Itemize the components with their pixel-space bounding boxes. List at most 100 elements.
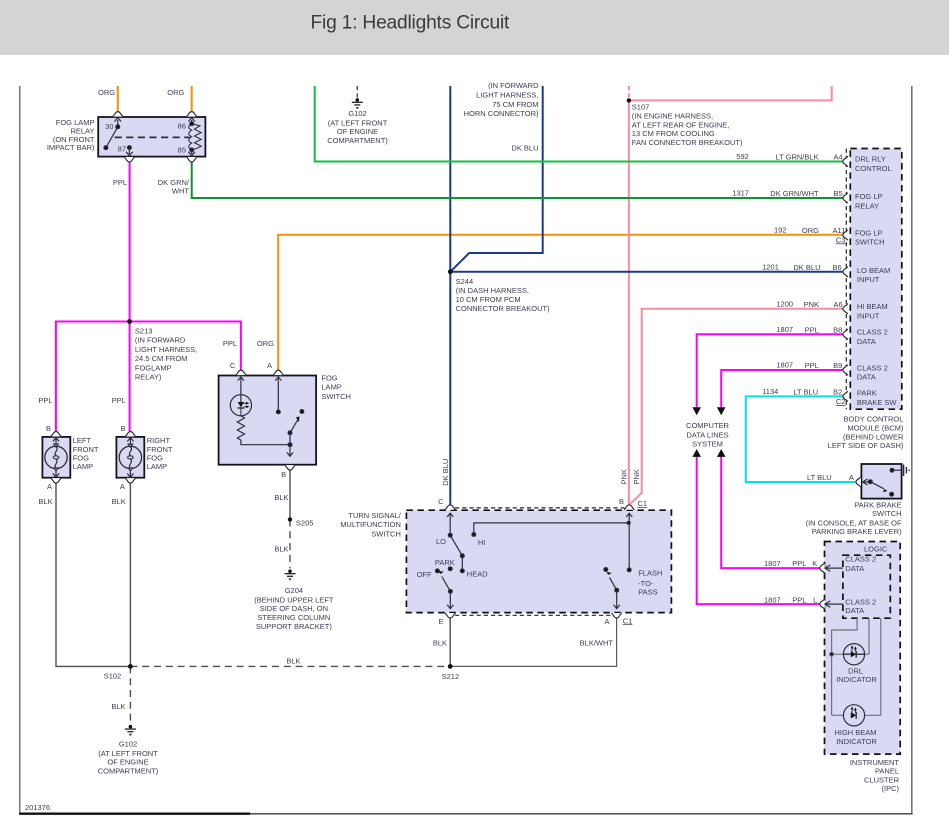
svg-text:75 CM FROM: 75 CM FROM <box>492 100 538 109</box>
svg-text:1317: 1317 <box>732 189 749 198</box>
svg-text:COMPARTMENT): COMPARTMENT) <box>327 136 388 145</box>
svg-text:A: A <box>604 617 609 626</box>
svg-text:DATA: DATA <box>857 373 876 382</box>
svg-text:TURN SIGNAL/: TURN SIGNAL/ <box>348 511 401 520</box>
svg-text:13 CM FROM COOLING: 13 CM FROM COOLING <box>632 129 715 138</box>
svg-text:S213: S213 <box>135 327 153 336</box>
svg-text:SWITCH: SWITCH <box>321 392 351 401</box>
svg-text:DATA LINES: DATA LINES <box>686 430 728 439</box>
svg-text:LIGHT HARNESS,: LIGHT HARNESS, <box>135 345 197 354</box>
svg-text:-TO-: -TO- <box>638 579 654 588</box>
svg-text:AT LEFT REAR OF ENGINE,: AT LEFT REAR OF ENGINE, <box>632 120 730 129</box>
svg-text:B9: B9 <box>833 361 842 370</box>
svg-text:BLK: BLK <box>433 638 447 647</box>
svg-text:10 CM FROM PCM: 10 CM FROM PCM <box>456 295 521 304</box>
svg-text:IMPACT BAR): IMPACT BAR) <box>47 143 95 152</box>
svg-text:INPUT: INPUT <box>857 275 880 284</box>
svg-text:INDICATOR: INDICATOR <box>836 675 877 684</box>
svg-text:PASS: PASS <box>638 588 657 597</box>
svg-text:(AT LEFT FRONT: (AT LEFT FRONT <box>328 118 388 127</box>
svg-text:PPL: PPL <box>792 595 806 604</box>
svg-text:A: A <box>120 482 125 491</box>
svg-text:LAMP: LAMP <box>147 462 167 471</box>
svg-text:BLK: BLK <box>286 657 300 666</box>
svg-text:PANEL: PANEL <box>875 767 899 776</box>
svg-text:C: C <box>438 497 444 506</box>
svg-text:LT BLU: LT BLU <box>807 473 832 482</box>
svg-text:BLK: BLK <box>112 497 126 506</box>
svg-text:1807: 1807 <box>776 361 793 370</box>
svg-text:1807: 1807 <box>776 325 793 334</box>
svg-text:HIGH BEAM: HIGH BEAM <box>834 728 876 737</box>
svg-text:LAMP: LAMP <box>73 462 93 471</box>
svg-text:C: C <box>230 361 236 370</box>
svg-text:HORN CONNECTOR): HORN CONNECTOR) <box>464 109 539 118</box>
svg-text:LEFT: LEFT <box>73 436 92 445</box>
svg-text:ORG: ORG <box>167 88 184 97</box>
svg-text:1201: 1201 <box>762 262 779 271</box>
svg-text:PARKING BRAKE LEVER): PARKING BRAKE LEVER) <box>812 527 902 536</box>
svg-text:G204: G204 <box>285 586 303 595</box>
svg-text:S102: S102 <box>104 672 122 681</box>
svg-text:BRAKE SW: BRAKE SW <box>857 398 898 407</box>
svg-text:WHT: WHT <box>172 186 189 195</box>
svg-text:S205: S205 <box>296 518 314 527</box>
svg-text:FOG LP: FOG LP <box>855 192 883 201</box>
svg-text:PPL: PPL <box>112 396 126 405</box>
svg-text:B: B <box>619 497 624 506</box>
svg-text:(AT LEFT FRONT: (AT LEFT FRONT <box>98 749 158 758</box>
svg-text:ORG: ORG <box>257 339 274 348</box>
svg-text:PPL: PPL <box>223 339 237 348</box>
svg-text:PARK: PARK <box>435 558 455 567</box>
svg-text:CLASS 2: CLASS 2 <box>857 363 888 372</box>
svg-text:LEFT SIDE OF DASH): LEFT SIDE OF DASH) <box>828 441 904 450</box>
svg-text:PNK: PNK <box>804 300 819 309</box>
svg-text:PPL: PPL <box>38 396 52 405</box>
svg-text:DATA: DATA <box>857 337 876 346</box>
svg-text:DK BLU: DK BLU <box>511 143 538 152</box>
svg-text:RELAY: RELAY <box>855 202 879 211</box>
svg-text:C1: C1 <box>638 499 648 508</box>
svg-text:BLK: BLK <box>274 545 288 554</box>
svg-text:A: A <box>47 482 52 491</box>
svg-text:DK GRN/WHT: DK GRN/WHT <box>770 189 819 198</box>
svg-text:201376: 201376 <box>25 803 50 812</box>
svg-text:FOG LP: FOG LP <box>855 228 883 237</box>
svg-text:COMPARTMENT): COMPARTMENT) <box>98 767 159 776</box>
svg-text:SUPPORT BRACKET): SUPPORT BRACKET) <box>256 622 332 631</box>
svg-text:(BEHIND LOWER: (BEHIND LOWER <box>843 432 904 441</box>
svg-text:B: B <box>281 470 286 479</box>
svg-text:CONNECTOR BREAKOUT): CONNECTOR BREAKOUT) <box>456 304 551 313</box>
svg-text:FLASH: FLASH <box>638 569 662 578</box>
svg-text:RIGHT: RIGHT <box>147 436 171 445</box>
svg-text:RELAY): RELAY) <box>135 373 162 382</box>
svg-text:1807: 1807 <box>764 595 781 604</box>
svg-text:FOG: FOG <box>321 374 337 383</box>
svg-text:PPL: PPL <box>113 178 127 187</box>
svg-text:L: L <box>813 595 817 604</box>
svg-text:PARK BRAKE: PARK BRAKE <box>854 500 901 509</box>
svg-text:MODULE (BCM): MODULE (BCM) <box>848 424 904 433</box>
svg-text:B5: B5 <box>834 189 843 198</box>
svg-text:A6: A6 <box>834 300 843 309</box>
svg-text:C1: C1 <box>623 616 633 625</box>
svg-text:1200: 1200 <box>776 299 793 308</box>
svg-text:OF ENGINE: OF ENGINE <box>107 758 148 767</box>
svg-text:PPL: PPL <box>805 325 819 334</box>
svg-text:MULTIFUNCTION: MULTIFUNCTION <box>340 520 401 529</box>
svg-text:C2: C2 <box>836 397 846 406</box>
svg-text:S107: S107 <box>632 103 650 112</box>
svg-text:SWITCH: SWITCH <box>855 238 885 247</box>
svg-text:BLK: BLK <box>274 493 288 502</box>
svg-text:B8: B8 <box>833 325 842 334</box>
svg-text:(IN FORWARD: (IN FORWARD <box>488 81 539 90</box>
svg-text:SWITCH: SWITCH <box>872 509 902 518</box>
svg-text:INSTRUMENT: INSTRUMENT <box>850 758 900 767</box>
svg-text:G102: G102 <box>119 740 137 749</box>
svg-text:24.5 CM FROM: 24.5 CM FROM <box>135 354 188 363</box>
svg-text:CLASS 2: CLASS 2 <box>857 328 888 337</box>
svg-text:BLK: BLK <box>38 497 52 506</box>
svg-text:LIGHT HARNESS,: LIGHT HARNESS, <box>476 90 538 99</box>
svg-text:CONTROL: CONTROL <box>855 164 892 173</box>
svg-text:LT GRN/BLK: LT GRN/BLK <box>776 153 819 162</box>
